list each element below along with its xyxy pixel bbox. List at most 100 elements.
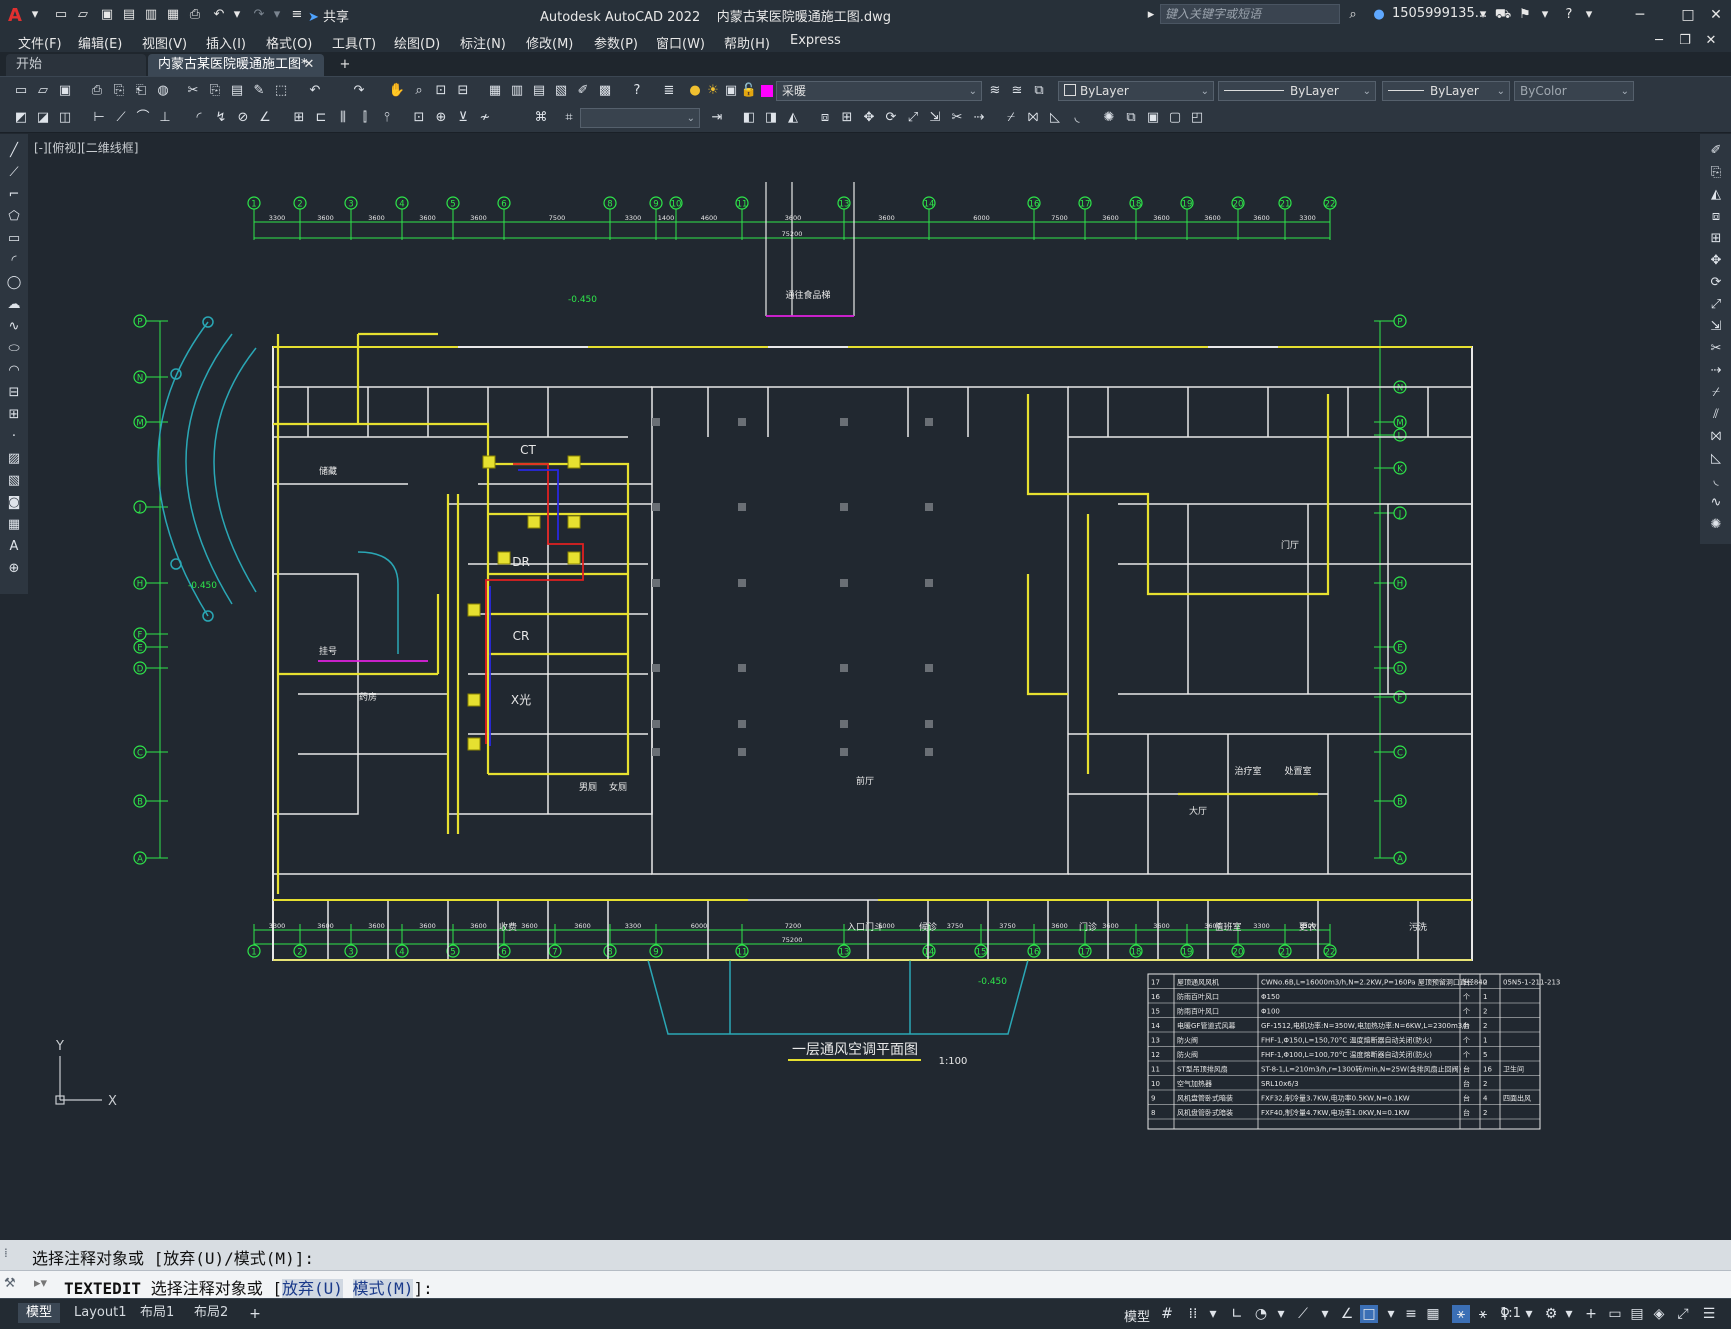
break-icon[interactable]: ⌿ — [1002, 109, 1020, 127]
lineweight-dropdown[interactable]: ByLayer ⌄ — [1382, 81, 1510, 101]
jogged-dim-icon[interactable]: ↯ — [212, 109, 230, 127]
menu-express[interactable]: Express — [790, 33, 841, 51]
match-prop-icon[interactable]: ✎ — [250, 82, 268, 100]
r-offset-icon[interactable]: ⧈ — [1707, 208, 1725, 226]
tab-layout1[interactable]: Layout1 — [66, 1303, 134, 1323]
menu-modify[interactable]: 修改(M) — [526, 33, 573, 52]
jogged-linear-icon[interactable]: ≁ — [476, 109, 494, 127]
command-input[interactable]: TEXTEDIT 选择注释对象或 [放弃(U) 模式(M)]: — [64, 1275, 433, 1299]
chamfer-icon[interactable]: ◺ — [1046, 109, 1064, 127]
workspace-gear-icon[interactable]: ⚙ — [1542, 1305, 1560, 1323]
layer-thaw-icon[interactable]: ☀ — [704, 82, 722, 100]
dim-tool-2-icon[interactable]: ◪ — [34, 109, 52, 127]
dim-edit-icon[interactable]: ⌘ — [532, 109, 550, 127]
user-dropdown-icon[interactable]: ▾ — [1474, 6, 1492, 24]
r-stretch-icon[interactable]: ⇲ — [1707, 318, 1725, 336]
polygon-icon[interactable]: ⬠ — [5, 208, 23, 226]
tab-model[interactable]: 模型 — [18, 1303, 61, 1323]
linear-dim-icon[interactable]: ⊢ — [90, 109, 108, 127]
explode-icon[interactable]: ✺ — [1100, 109, 1118, 127]
paste-icon[interactable]: ▤ — [228, 82, 246, 100]
sheet-set-icon[interactable]: ▧ — [552, 82, 570, 100]
auto-scale-icon[interactable]: ⚹ — [1474, 1305, 1492, 1323]
design-center-icon[interactable]: ▥ — [508, 82, 526, 100]
tool-palettes-icon[interactable]: ▤ — [530, 82, 548, 100]
join-icon[interactable]: ⨝ — [1024, 109, 1042, 127]
aligned-dim-icon[interactable]: ⟋ — [112, 109, 130, 127]
app-exchange-icon[interactable]: ⚑ — [1516, 6, 1534, 24]
copy-obj-icon[interactable]: ◨ — [762, 109, 780, 127]
r-array-icon[interactable]: ⊞ — [1707, 230, 1725, 248]
polar-dropdown-icon[interactable]: ▾ — [1272, 1305, 1290, 1323]
insert-block-icon[interactable]: ⊟ — [5, 384, 23, 402]
help-icon[interactable]: ? — [1560, 6, 1578, 24]
save-tb-icon[interactable]: ▣ — [56, 82, 74, 100]
arc-length-icon[interactable]: ⌒ — [134, 109, 152, 127]
snap-dropdown-icon[interactable]: ▾ — [1204, 1305, 1222, 1323]
save-icon[interactable]: ▣ — [98, 6, 116, 24]
annotation-monitor-icon[interactable]: + — [1582, 1305, 1600, 1323]
ortho-icon[interactable]: ∟ — [1228, 1305, 1246, 1323]
properties-icon[interactable]: ▦ — [486, 82, 504, 100]
redo-tb-icon[interactable]: ↷ — [350, 82, 368, 100]
minimize-icon[interactable]: ─ — [1628, 4, 1652, 26]
copy-icon[interactable]: ⎘ — [206, 82, 224, 100]
point-icon[interactable]: · — [5, 428, 23, 446]
rotate-icon[interactable]: ⟳ — [882, 109, 900, 127]
search-input[interactable]: 键入关键字或短语 — [1160, 4, 1340, 24]
maximize-icon[interactable]: □ — [1676, 4, 1700, 26]
qnew-icon[interactable]: ▭ — [12, 82, 30, 100]
new-file-icon[interactable]: ▭ — [52, 6, 70, 24]
dim-tool-1-icon[interactable]: ◩ — [12, 109, 30, 127]
markup-icon[interactable]: ✐ — [574, 82, 592, 100]
command-option-undo[interactable]: 放弃(U) — [281, 1279, 343, 1298]
lineweight-icon[interactable]: ≡ — [1402, 1305, 1420, 1323]
open-icon[interactable]: ▱ — [34, 82, 52, 100]
hatch-icon[interactable]: ▨ — [5, 450, 23, 468]
r-mirror-icon[interactable]: ◭ — [1707, 186, 1725, 204]
ellipse-arc-icon[interactable]: ◠ — [5, 362, 23, 380]
ordinate-dim-icon[interactable]: ⊥ — [156, 109, 174, 127]
baseline-dim-icon[interactable]: ⊏ — [312, 109, 330, 127]
revcloud-icon[interactable]: ☁ — [5, 296, 23, 314]
model-space-label[interactable]: 模型 — [1124, 1306, 1150, 1325]
undo-tb-icon[interactable]: ↶ — [306, 82, 324, 100]
open-file-icon[interactable]: ▱ — [74, 6, 92, 24]
menu-insert[interactable]: 插入(I) — [206, 33, 246, 52]
scale-dropdown-icon[interactable]: ▾ — [1520, 1305, 1538, 1323]
doc-minimize-icon[interactable]: ─ — [1650, 32, 1668, 50]
dim-text-edit-icon[interactable]: ⌗ — [560, 109, 578, 127]
add-layout-icon[interactable]: + — [246, 1305, 264, 1323]
tab-layout-cn2[interactable]: 布局2 — [186, 1303, 236, 1323]
save-web-icon[interactable]: ▦ — [164, 6, 182, 24]
line-icon[interactable]: ╱ — [5, 142, 23, 160]
r-blend-icon[interactable]: ∿ — [1707, 494, 1725, 512]
3d-print-icon[interactable]: ◍ — [154, 82, 172, 100]
tab-close-icon[interactable]: ✕ — [300, 56, 318, 74]
preview-icon[interactable]: ⎘ — [110, 82, 128, 100]
autocad-logo-icon[interactable]: A — [8, 5, 26, 26]
layer-on-icon[interactable]: ● — [686, 82, 704, 100]
make-block-icon[interactable]: ⊞ — [5, 406, 23, 424]
tab-document[interactable]: 内蒙古某医院暖通施工图* — [148, 54, 324, 76]
search-icon[interactable]: ⌕ — [1344, 6, 1362, 24]
menu-draw[interactable]: 绘图(D) — [394, 33, 440, 52]
app-exchange-dropdown-icon[interactable]: ▾ — [1536, 6, 1554, 24]
zoom-realtime-icon[interactable]: ⌕ — [410, 82, 428, 100]
clean-screen-icon[interactable]: ⤢ — [1674, 1305, 1692, 1323]
menu-format[interactable]: 格式(O) — [266, 33, 312, 52]
menu-edit[interactable]: 编辑(E) — [78, 33, 122, 52]
tab-start[interactable]: 开始 — [6, 54, 146, 76]
redo-dropdown-icon[interactable]: ▾ — [268, 6, 286, 24]
isodraft-icon[interactable]: ⟋ — [1294, 1305, 1312, 1323]
wrench-icon[interactable]: ⚒ — [4, 1276, 16, 1291]
trim-icon[interactable]: ✂ — [948, 109, 966, 127]
angular-dim-icon[interactable]: ∠ — [256, 109, 274, 127]
spline-icon[interactable]: ∿ — [5, 318, 23, 336]
r-copy-icon[interactable]: ⎘ — [1707, 164, 1725, 182]
draworder-icon[interactable]: ⧉ — [1122, 109, 1140, 127]
doc-close-icon[interactable]: ✕ — [1702, 32, 1720, 50]
ellipse-icon[interactable]: ⬭ — [5, 340, 23, 358]
move-icon[interactable]: ✥ — [860, 109, 878, 127]
r-chamfer-icon[interactable]: ◺ — [1707, 450, 1725, 468]
